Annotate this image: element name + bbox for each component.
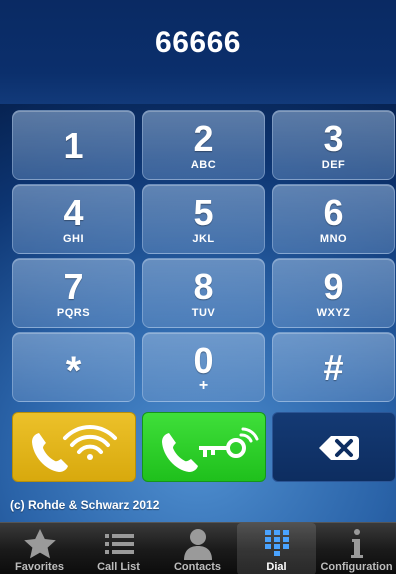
backspace-icon bbox=[319, 436, 359, 460]
key-2[interactable]: 2 ABC bbox=[142, 110, 265, 180]
key-digit: 3 bbox=[323, 118, 344, 159]
person-icon bbox=[183, 529, 212, 560]
key-digit: 2 bbox=[193, 118, 214, 159]
info-icon bbox=[350, 529, 363, 558]
key-digit: 8 bbox=[193, 266, 214, 307]
phone-key-icon bbox=[162, 427, 259, 472]
tab-label: Configuration bbox=[320, 561, 393, 573]
key-4[interactable]: 4 GHI bbox=[12, 184, 135, 254]
key-letters: JKL bbox=[192, 233, 215, 245]
key-letters: PQRS bbox=[56, 307, 91, 319]
dialer-screen: 66666 1 2 ABC 3 DEF 4 GHI 5 JKL 6 MNO 7 bbox=[0, 0, 396, 574]
key-digit: 9 bbox=[323, 266, 344, 307]
tab-label: Call List bbox=[97, 561, 140, 573]
key-0[interactable]: 0 + bbox=[142, 332, 265, 402]
secure-call-button[interactable] bbox=[142, 412, 266, 482]
tab-dial[interactable]: Dial bbox=[237, 523, 316, 574]
number-display: 66666 bbox=[0, 0, 396, 104]
key-7[interactable]: 7 PQRS bbox=[12, 258, 135, 328]
wifi-call-button[interactable] bbox=[12, 412, 136, 482]
key-digit: 4 bbox=[63, 192, 84, 233]
key-letters: WXYZ bbox=[316, 307, 351, 319]
key-9[interactable]: 9 WXYZ bbox=[272, 258, 395, 328]
star-icon bbox=[23, 529, 56, 559]
tab-bar: Favorites Call List Contacts Dial Config… bbox=[0, 522, 396, 574]
key-digit: 5 bbox=[193, 192, 214, 233]
key-digit: # bbox=[323, 347, 344, 388]
tab-call-list[interactable]: Call List bbox=[79, 523, 158, 574]
tab-favorites[interactable]: Favorites bbox=[0, 523, 79, 574]
phone-wifi-icon bbox=[32, 425, 117, 472]
key-digit: 1 bbox=[63, 125, 84, 166]
key-hash[interactable]: # bbox=[272, 332, 395, 402]
tab-contacts[interactable]: Contacts bbox=[158, 523, 237, 574]
key-letters: MNO bbox=[319, 233, 348, 245]
key-letters: ABC bbox=[190, 159, 217, 171]
tab-label: Favorites bbox=[15, 561, 64, 573]
backspace-button[interactable] bbox=[272, 412, 396, 482]
key-digit: * bbox=[65, 349, 82, 393]
key-digit: 0 bbox=[193, 340, 214, 381]
tab-label: Dial bbox=[266, 561, 287, 573]
key-star[interactable]: * bbox=[12, 332, 135, 402]
key-digit: 7 bbox=[63, 266, 84, 307]
dialed-number: 66666 bbox=[155, 26, 241, 59]
key-8[interactable]: 8 TUV bbox=[142, 258, 265, 328]
keypad-icon bbox=[264, 530, 289, 556]
copyright-text: (c) Rohde & Schwarz 2012 bbox=[10, 498, 160, 512]
key-6[interactable]: 6 MNO bbox=[272, 184, 395, 254]
key-digit: 6 bbox=[323, 192, 344, 233]
key-3[interactable]: 3 DEF bbox=[272, 110, 395, 180]
key-letters: DEF bbox=[321, 159, 346, 171]
list-icon bbox=[104, 534, 134, 554]
tab-label: Contacts bbox=[173, 561, 222, 573]
key-5[interactable]: 5 JKL bbox=[142, 184, 265, 254]
key-plus: + bbox=[198, 377, 209, 394]
key-1[interactable]: 1 bbox=[12, 110, 135, 180]
tab-configuration[interactable]: Configuration bbox=[317, 523, 396, 574]
key-letters: TUV bbox=[191, 307, 216, 319]
key-letters: GHI bbox=[62, 233, 85, 245]
